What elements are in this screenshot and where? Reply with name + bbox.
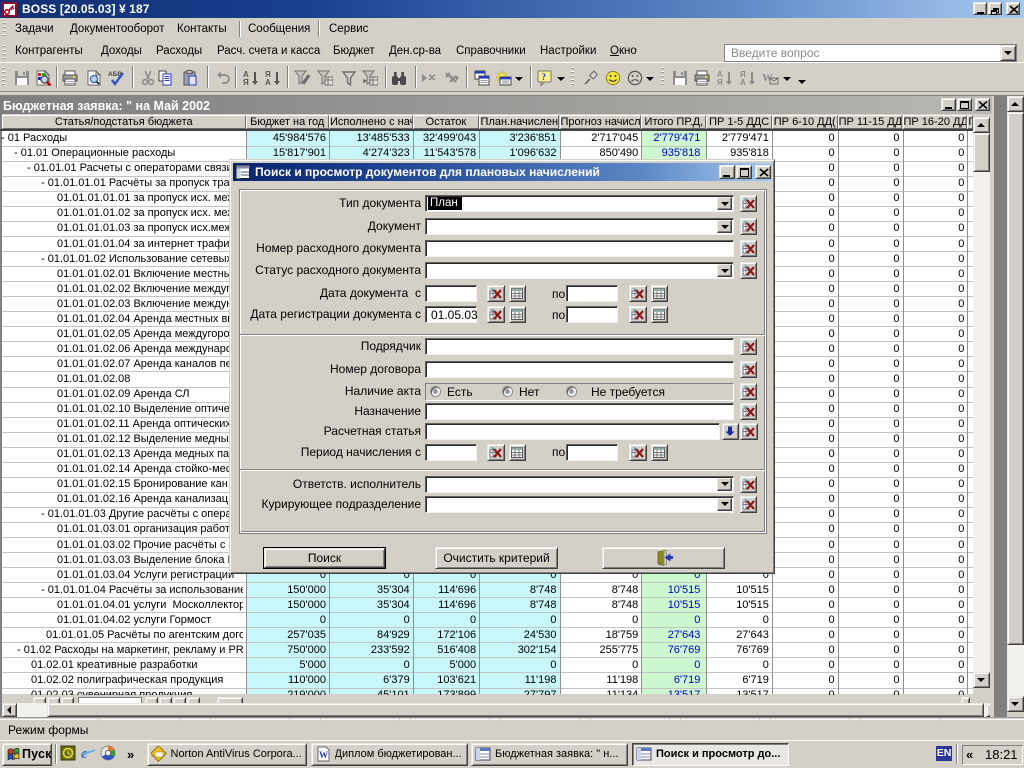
- svg-text:А: А: [740, 78, 746, 86]
- svg-text:Я: Я: [243, 78, 249, 86]
- svg-text:W: W: [319, 750, 328, 760]
- svg-text:А: А: [265, 78, 271, 86]
- svg-text:Я: Я: [717, 78, 723, 86]
- svg-text:?: ?: [542, 72, 547, 82]
